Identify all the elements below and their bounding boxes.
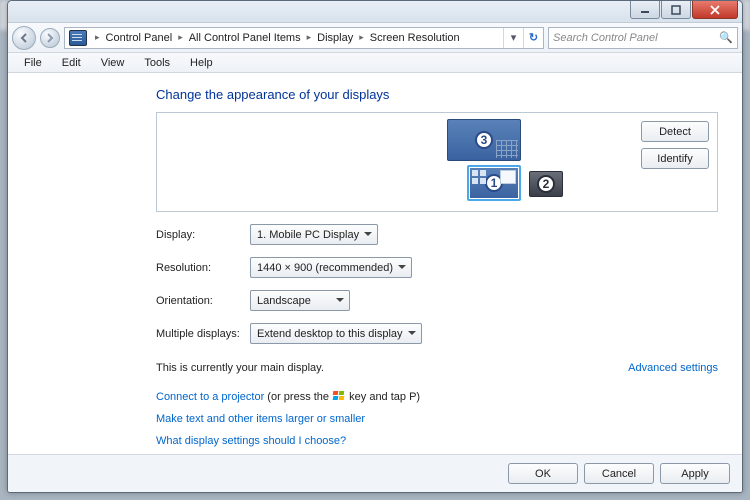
breadcrumb-item[interactable]: Control Panel — [104, 32, 175, 44]
control-panel-icon — [69, 30, 87, 46]
display-arrangement-box[interactable]: 3 1 2 Detect Identify — [156, 112, 718, 212]
projector-hint: (or press the — [264, 391, 332, 403]
chevron-right-icon: ▸ — [303, 32, 316, 43]
detect-button[interactable]: Detect — [641, 121, 709, 142]
cancel-button[interactable]: Cancel — [584, 463, 654, 484]
minimize-button[interactable] — [630, 1, 660, 19]
search-icon: 🔍 — [719, 31, 733, 44]
menubar: File Edit View Tools Help — [8, 53, 742, 73]
monitor-grid-icon — [496, 140, 518, 158]
breadcrumb-item[interactable]: Display — [315, 32, 355, 44]
display-settings-help-link[interactable]: What display settings should I choose? — [156, 435, 346, 447]
titlebar — [8, 1, 742, 23]
menu-help[interactable]: Help — [180, 55, 223, 71]
search-input[interactable]: Search Control Panel 🔍 — [548, 27, 738, 49]
monitor-1-selected[interactable]: 1 — [467, 165, 521, 201]
main-display-status: This is currently your main display. — [156, 362, 324, 374]
apply-button[interactable]: Apply — [660, 463, 730, 484]
desktop-icons-icon — [472, 170, 486, 184]
windows-key-icon — [332, 390, 346, 401]
resolution-label: Resolution: — [156, 262, 250, 274]
orientation-select[interactable]: Landscape — [250, 290, 350, 311]
multiple-displays-label: Multiple displays: — [156, 328, 250, 340]
resolution-select[interactable]: 1440 × 900 (recommended) — [250, 257, 412, 278]
close-button[interactable] — [692, 1, 738, 19]
maximize-button[interactable] — [661, 1, 691, 19]
nav-forward-button[interactable] — [40, 28, 60, 48]
advanced-settings-link[interactable]: Advanced settings — [628, 362, 718, 374]
monitor-3[interactable]: 3 — [447, 119, 521, 161]
chevron-right-icon: ▸ — [174, 32, 187, 43]
breadcrumb-item[interactable]: All Control Panel Items — [187, 32, 303, 44]
display-select[interactable]: 1. Mobile PC Display — [250, 224, 378, 245]
monitor-2[interactable]: 2 — [529, 171, 563, 197]
refresh-icon[interactable]: ↻ — [523, 28, 543, 48]
window-icon — [500, 170, 516, 184]
dropdown-icon[interactable]: ▾ — [503, 28, 523, 48]
search-placeholder: Search Control Panel — [553, 32, 658, 44]
multiple-displays-select[interactable]: Extend desktop to this display — [250, 323, 422, 344]
projector-hint-2: key and tap P) — [346, 391, 420, 403]
screen-resolution-window: ▸ Control Panel ▸ All Control Panel Item… — [7, 0, 743, 493]
footer: OK Cancel Apply — [8, 454, 742, 492]
content-area: Change the appearance of your displays 3… — [8, 73, 742, 454]
menu-edit[interactable]: Edit — [52, 55, 91, 71]
menu-file[interactable]: File — [14, 55, 52, 71]
address-bar[interactable]: ▸ Control Panel ▸ All Control Panel Item… — [64, 27, 544, 49]
breadcrumb-item[interactable]: Screen Resolution — [368, 32, 462, 44]
page-title: Change the appearance of your displays — [156, 87, 718, 102]
chevron-right-icon: ▸ — [355, 32, 368, 43]
navbar: ▸ Control Panel ▸ All Control Panel Item… — [8, 23, 742, 53]
nav-back-button[interactable] — [12, 26, 36, 50]
ok-button[interactable]: OK — [508, 463, 578, 484]
display-label: Display: — [156, 229, 250, 241]
monitor-number: 3 — [475, 131, 493, 149]
monitor-number: 2 — [537, 175, 555, 193]
orientation-label: Orientation: — [156, 295, 250, 307]
text-size-link[interactable]: Make text and other items larger or smal… — [156, 413, 365, 425]
menu-view[interactable]: View — [91, 55, 135, 71]
menu-tools[interactable]: Tools — [134, 55, 180, 71]
connect-projector-link[interactable]: Connect to a projector — [156, 391, 264, 403]
chevron-right-icon: ▸ — [91, 32, 104, 43]
identify-button[interactable]: Identify — [641, 148, 709, 169]
